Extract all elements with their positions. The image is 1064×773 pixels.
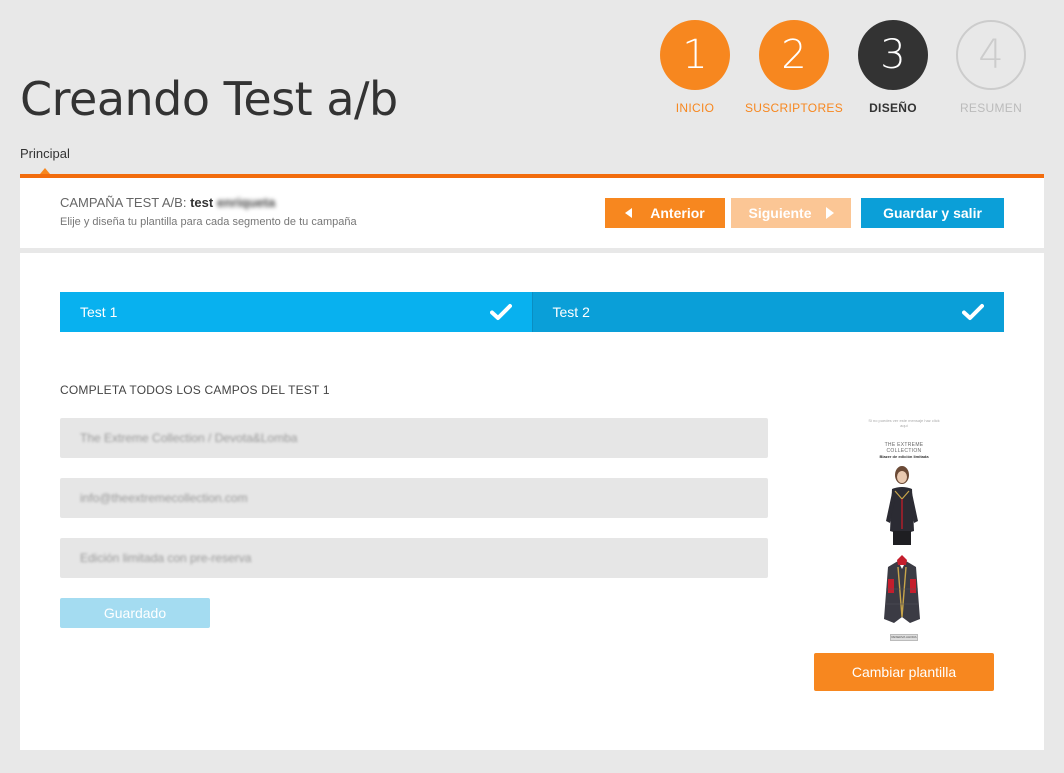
campaign-title-bold: test [190,195,214,210]
saved-button[interactable]: Guardado [60,598,210,628]
change-template-button[interactable]: Cambiar plantilla [814,653,994,691]
preview-brand: THE EXTREME COLLECTION [884,442,924,454]
step-suscriptores[interactable]: 2 SUSCRIPTORES [744,20,844,115]
check-icon [489,303,512,321]
campaign-header: CAMPAÑA TEST A/B: test enriqueta Elije y… [20,178,1044,248]
page-title: Creando Test a/b [20,72,398,126]
sender-email-value: info@theextremecollection.com [80,491,248,505]
step-number: 1 [660,20,730,90]
test-tabs: Test 1 Test 2 [60,292,1004,332]
previous-button[interactable]: Anterior [605,198,725,228]
sender-email-field[interactable]: info@theextremecollection.com [60,478,768,518]
tab-test-1[interactable]: Test 1 [60,292,532,332]
step-number: 2 [759,20,829,90]
tab-test-1-label: Test 1 [80,304,118,320]
campaign-title: CAMPAÑA TEST A/B: test enriqueta [60,195,275,210]
preview-cta: RESERVA AHORA [890,634,918,641]
tab-test-2[interactable]: Test 2 [531,292,1004,332]
step-label: RESUMEN [959,101,1023,115]
save-and-exit-button[interactable]: Guardar y salir [861,198,1004,228]
subject-value: Edición limitada con pre-reserva [80,551,252,565]
campaign-name: enriqueta [216,195,276,210]
step-inicio[interactable]: 1 INICIO [646,20,744,115]
previous-button-label: Anterior [650,205,705,221]
template-preview[interactable]: Si no puedes ver este mensaje haz click … [868,418,940,648]
section-title: COMPLETA TODOS LOS CAMPOS DEL TEST 1 [60,383,330,397]
wizard-steps: 1 INICIO 2 SUSCRIPTORES 3 DISEÑO 4 RESUM… [646,20,1040,115]
preview-top-text: Si no puedes ver este mensaje haz click … [868,418,940,428]
step-diseno[interactable]: 3 DISEÑO [844,20,942,115]
step-number: 4 [956,20,1026,90]
step-label: INICIO [675,101,715,115]
check-icon [962,303,984,321]
arrow-right-icon [825,207,834,219]
step-label: DISEÑO [869,101,917,115]
step-label: SUSCRIPTORES [744,101,844,115]
tab-principal[interactable]: Principal [20,146,70,161]
sender-name-value: The Extreme Collection / Devota&Lomba [80,431,298,445]
step-resumen[interactable]: 4 RESUMEN [942,20,1040,115]
subject-field[interactable]: Edición limitada con pre-reserva [60,538,768,578]
arrow-left-icon [625,208,633,218]
next-button-label: Siguiente [748,205,812,221]
design-panel: Test 1 Test 2 COMPLETA TODOS LOS CAMPOS … [20,253,1044,750]
next-button[interactable]: Siguiente [731,198,851,228]
campaign-subtitle: Elije y diseña tu plantilla para cada se… [60,216,357,228]
sender-name-field[interactable]: The Extreme Collection / Devota&Lomba [60,418,768,458]
campaign-title-prefix: CAMPAÑA TEST A/B: [60,195,187,210]
tab-test-2-label: Test 2 [552,304,590,320]
template-preview-image [884,466,920,623]
step-number: 3 [858,20,928,90]
